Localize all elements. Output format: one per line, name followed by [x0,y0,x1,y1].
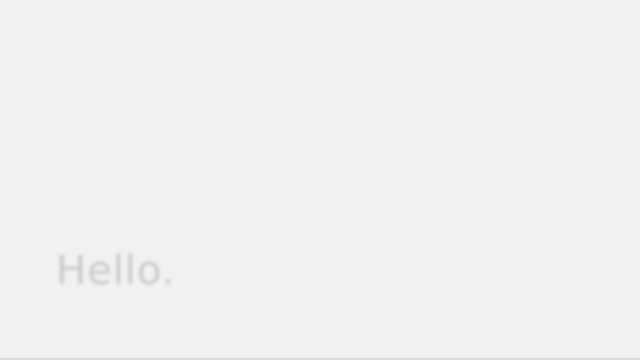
blank-screen: Hello. [0,0,640,360]
greeting-text: Hello. [56,248,176,294]
